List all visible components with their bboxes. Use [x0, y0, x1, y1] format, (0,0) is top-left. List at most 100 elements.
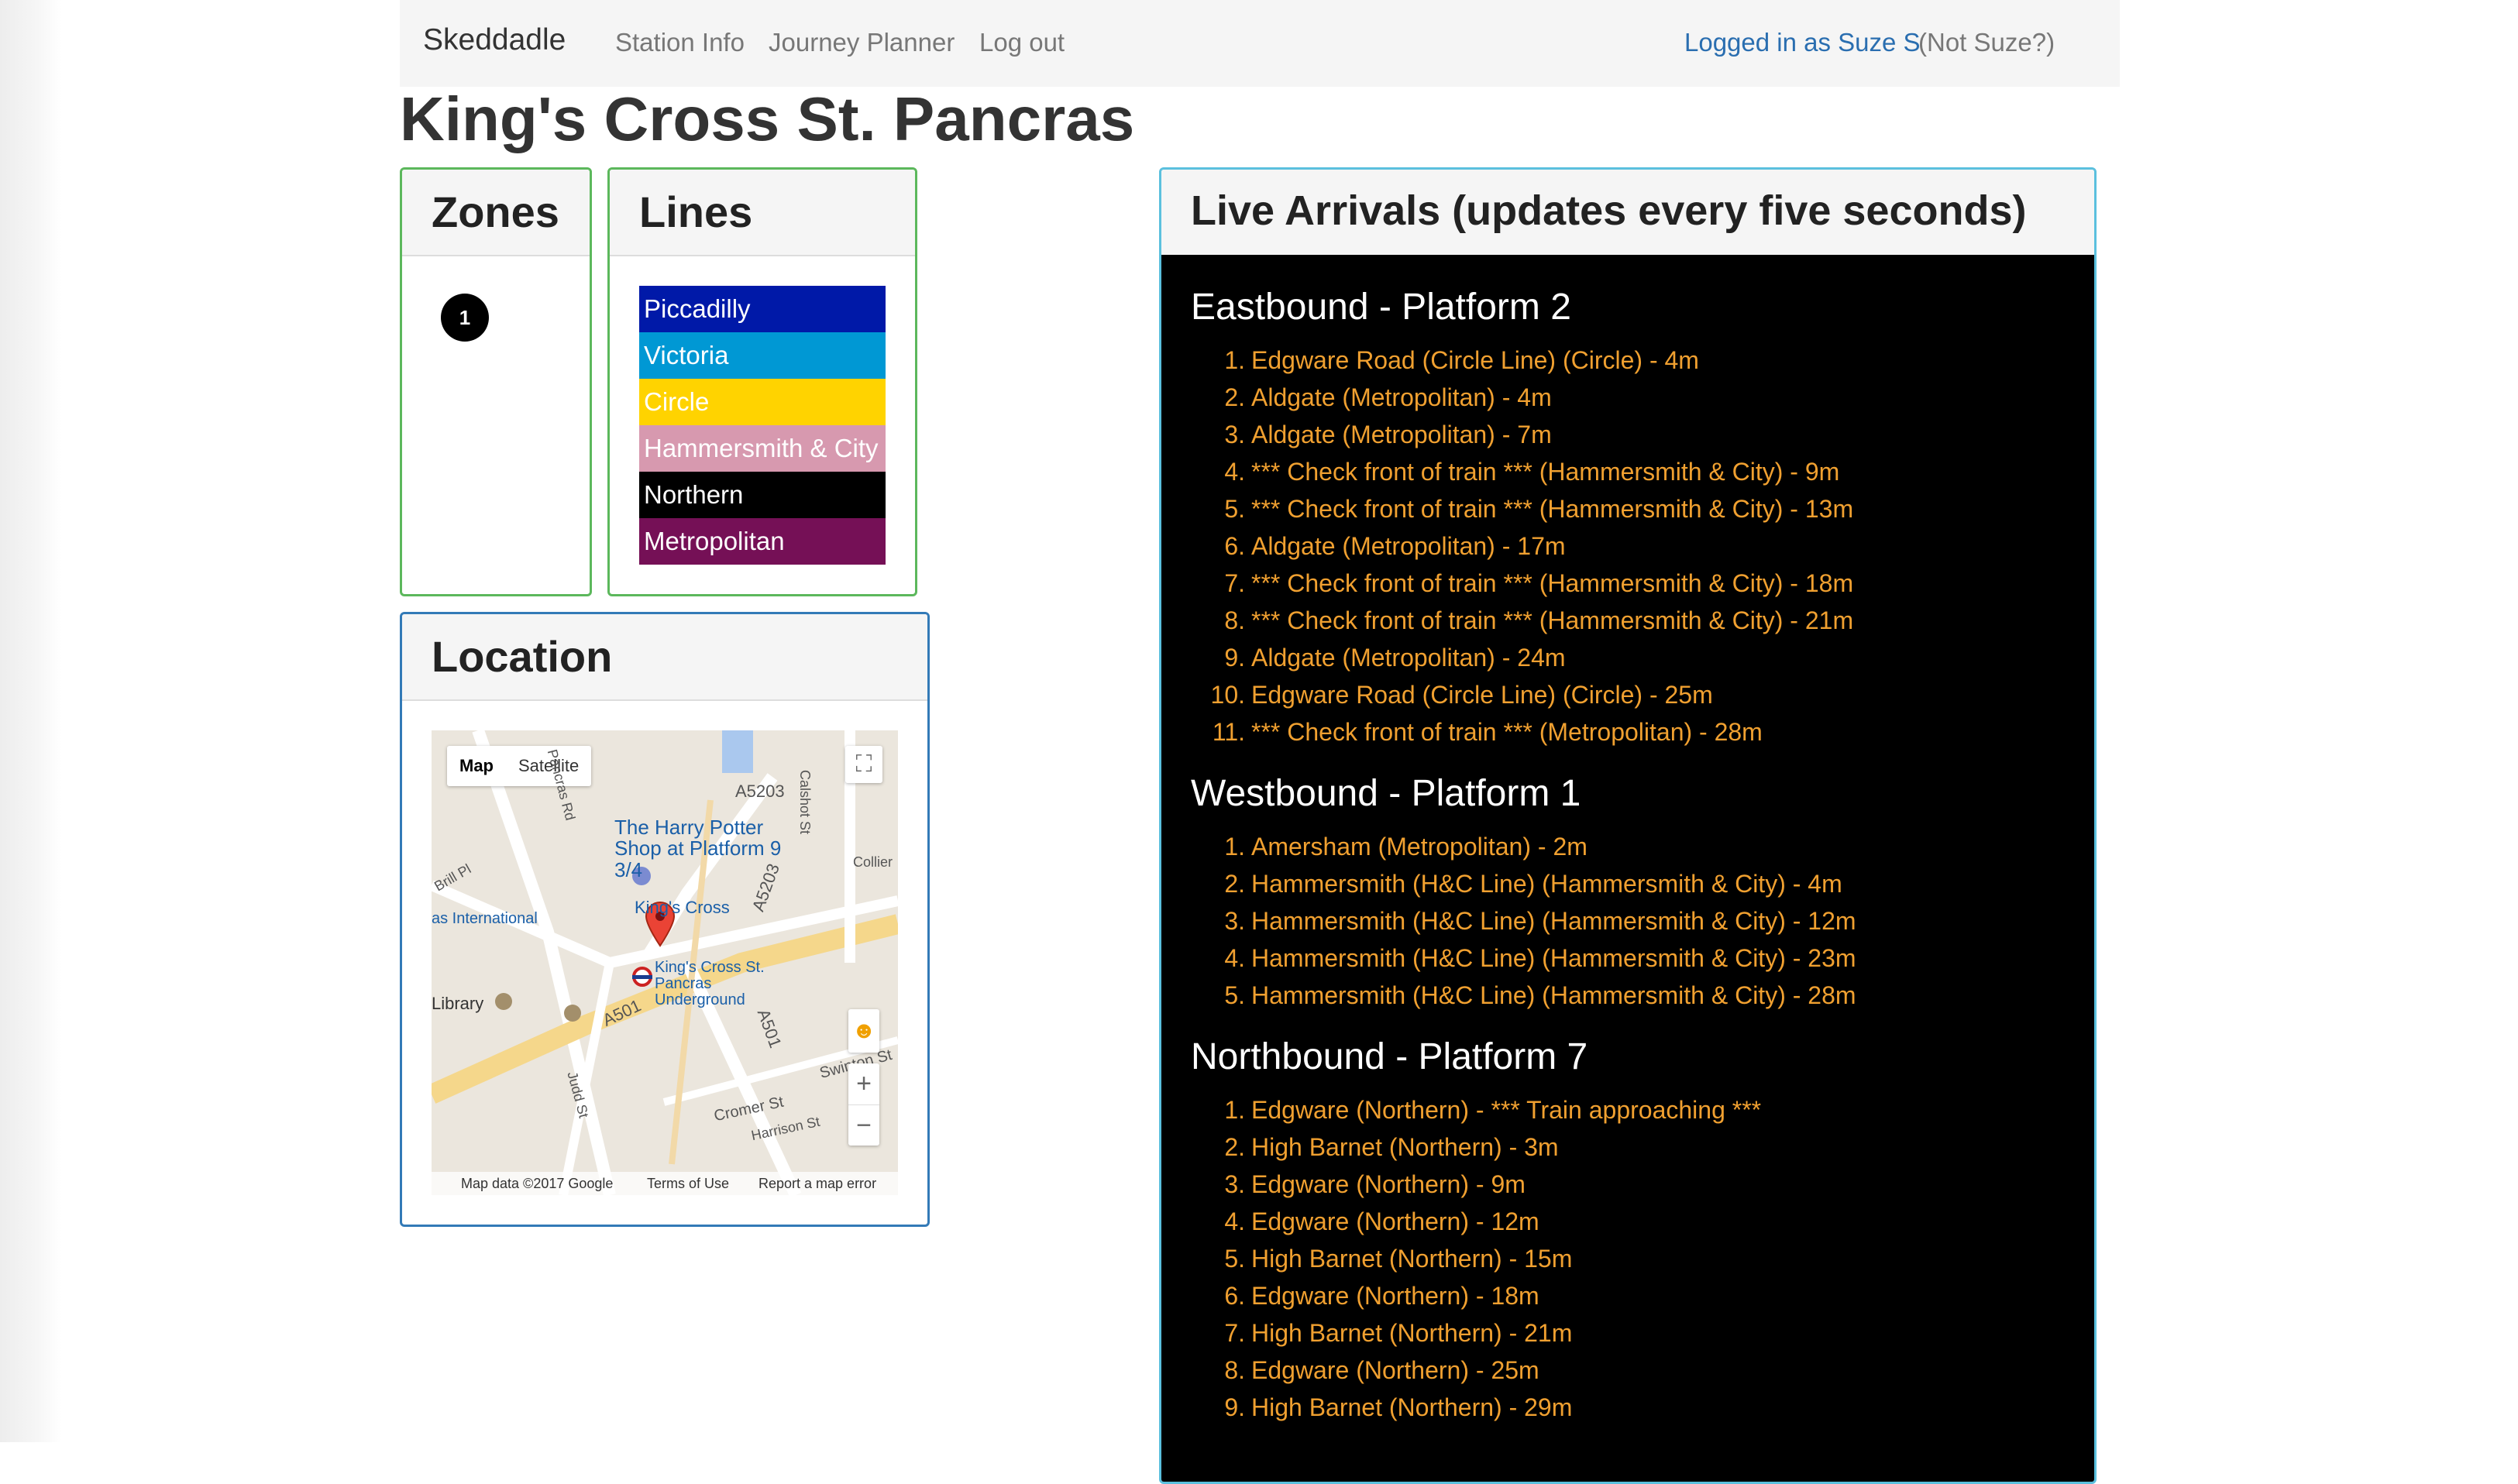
arrival-number: 2. [1224, 870, 1245, 898]
zones-panel-heading: Zones [402, 170, 590, 256]
map-label-international: as International [432, 910, 538, 927]
arrival-item: 3. Edgware (Northern) - 9m [1191, 1166, 1761, 1203]
arrival-text: *** Check front of train *** (Hammersmit… [1251, 495, 1854, 523]
map[interactable]: Map Satellite ⛶ The Harry Potter Shop at… [432, 730, 898, 1195]
arrival-item: 4. Hammersmith (H&C Line) (Hammersmith & … [1191, 940, 1856, 977]
arrival-item: 8. *** Check front of train *** (Hammersm… [1191, 602, 1853, 639]
arrival-number: 1. [1224, 346, 1245, 374]
map-type-map-button[interactable]: Map [447, 746, 506, 786]
zoom-in-icon[interactable]: + [848, 1063, 879, 1104]
arrival-text: Aldgate (Metropolitan) - 4m [1251, 383, 1552, 411]
arrival-number: 7. [1224, 1319, 1245, 1347]
arrival-text: Hammersmith (H&C Line) (Hammersmith & Ci… [1251, 907, 1856, 935]
map-attribution: Map data ©2017 Google [461, 1176, 614, 1191]
arrival-number: 9. [1224, 644, 1245, 672]
arrival-number: 4. [1224, 944, 1245, 972]
arrivals-title: Live Arrivals (updates every five second… [1191, 187, 2027, 234]
line-piccadilly: Piccadilly [639, 286, 886, 332]
zoom-out-icon[interactable]: − [848, 1104, 879, 1146]
arrivals-panel: Live Arrivals (updates every five second… [1159, 167, 2097, 1484]
arrival-text: High Barnet (Northern) - 3m [1251, 1133, 1559, 1161]
arrival-item: 11. *** Check front of train *** (Metropo… [1191, 713, 1853, 751]
location-title: Location [432, 632, 613, 681]
arrival-item: 10. Edgware Road (Circle Line) (Circle) -… [1191, 676, 1853, 713]
arrival-item: 4. Edgware (Northern) - 12m [1191, 1203, 1761, 1240]
arrival-number: 4. [1224, 1207, 1245, 1235]
arrival-item: 2. Aldgate (Metropolitan) - 4m [1191, 379, 1853, 416]
arrival-item: 1. Edgware (Northern) - *** Train approac… [1191, 1091, 1761, 1128]
arrival-text: Edgware (Northern) - 12m [1251, 1207, 1539, 1235]
line-circle: Circle [639, 379, 886, 425]
line-northern: Northern [639, 472, 886, 518]
lines-panel-heading: Lines [610, 170, 915, 256]
arrivals-board: Eastbound - Platform 2 1. Edgware Road (C… [1161, 255, 2094, 1482]
arrivals-list-northbound: 1. Edgware (Northern) - *** Train approac… [1191, 1091, 1761, 1426]
map-label-library: Library [432, 994, 484, 1013]
line-metropolitan: Metropolitan [639, 518, 886, 565]
lines-panel: Lines Piccadilly Victoria Circle Hammers… [607, 167, 917, 596]
arrival-item: 5. *** Check front of train *** (Hammersm… [1191, 490, 1853, 527]
line-victoria: Victoria [639, 332, 886, 379]
map-road-a5203-top: A5203 [735, 782, 785, 801]
arrival-item: 8. Edgware (Northern) - 25m [1191, 1352, 1761, 1389]
map-terms-link[interactable]: Terms of Use [647, 1176, 729, 1192]
arrival-text: *** Check front of train *** (Metropolit… [1251, 718, 1763, 746]
arrival-number: 3. [1224, 421, 1245, 448]
arrival-number: 3. [1224, 907, 1245, 935]
map-label-kings-cross: King's Cross [635, 898, 730, 917]
arrival-text: High Barnet (Northern) - 21m [1251, 1319, 1573, 1347]
arrival-text: *** Check front of train *** (Hammersmit… [1251, 458, 1840, 486]
arrival-text: *** Check front of train *** (Hammersmit… [1251, 606, 1854, 634]
arrival-text: Hammersmith (H&C Line) (Hammersmith & Ci… [1251, 870, 1842, 898]
logged-in-user-link[interactable]: Logged in as Suze S [1684, 28, 1921, 57]
arrival-text: Amersham (Metropolitan) - 2m [1251, 833, 1588, 861]
arrivals-panel-heading: Live Arrivals (updates every five second… [1161, 170, 2094, 256]
arrival-number: 6. [1224, 532, 1245, 560]
fullscreen-icon[interactable]: ⛶ [845, 746, 882, 783]
arrival-text: Edgware (Northern) - 9m [1251, 1170, 1526, 1198]
arrival-item: 1. Edgware Road (Circle Line) (Circle) - … [1191, 342, 1853, 379]
arrival-text: Aldgate (Metropolitan) - 24m [1251, 644, 1566, 672]
arrivals-list-westbound: 1. Amersham (Metropolitan) - 2m 2. Hammersm… [1191, 828, 1856, 1014]
arrival-number: 4. [1224, 458, 1245, 486]
direction-heading-westbound: Westbound - Platform 1 [1191, 773, 1581, 814]
arrival-item: 6. Edgware (Northern) - 18m [1191, 1277, 1761, 1314]
page-shadow [0, 0, 62, 1442]
nav-station-info[interactable]: Station Info [615, 28, 745, 57]
arrival-item: 9. High Barnet (Northern) - 29m [1191, 1389, 1761, 1426]
not-user-link[interactable]: (Not Suze?) [1918, 28, 2055, 57]
nav-journey-planner[interactable]: Journey Planner [769, 28, 955, 57]
pegman-icon[interactable]: ☻ [848, 1009, 879, 1053]
arrival-number: 9. [1224, 1393, 1245, 1421]
map-road-caledonian: Calshot St [797, 769, 814, 835]
arrival-number: 5. [1224, 981, 1245, 1009]
arrival-item: 3. Aldgate (Metropolitan) - 7m [1191, 416, 1853, 453]
arrival-item: 7. *** Check front of train *** (Hammersm… [1191, 565, 1853, 602]
arrival-number: 1. [1224, 1096, 1245, 1124]
arrival-text: Hammersmith (H&C Line) (Hammersmith & Ci… [1251, 944, 1856, 972]
arrival-number: 2. [1224, 383, 1245, 411]
map-label-kings-cross-underground: King's Cross St. Pancras Underground [655, 959, 765, 1008]
arrival-item: 1. Amersham (Metropolitan) - 2m [1191, 828, 1856, 865]
map-type-control: Map Satellite [447, 746, 592, 786]
arrival-item: 5. High Barnet (Northern) - 15m [1191, 1240, 1761, 1277]
arrival-number: 11. [1212, 718, 1245, 746]
map-report-error-link[interactable]: Report a map error [758, 1176, 876, 1192]
nav-log-out[interactable]: Log out [979, 28, 1065, 57]
arrival-number: 8. [1224, 606, 1245, 634]
arrival-text: High Barnet (Northern) - 29m [1251, 1393, 1573, 1421]
location-panel: Location Map Satellite ⛶ The Harry Potte… [400, 612, 930, 1227]
arrival-number: 6. [1224, 1282, 1245, 1310]
arrival-number: 7. [1224, 569, 1245, 597]
arrival-item: 2. High Barnet (Northern) - 3m [1191, 1128, 1761, 1166]
arrival-text: *** Check front of train *** (Hammersmit… [1251, 569, 1854, 597]
arrival-number: 3. [1224, 1170, 1245, 1198]
arrival-text: Edgware Road (Circle Line) (Circle) - 25… [1251, 681, 1713, 709]
direction-heading-northbound: Northbound - Platform 7 [1191, 1036, 1588, 1077]
arrival-text: High Barnet (Northern) - 15m [1251, 1245, 1573, 1273]
arrivals-list-eastbound: 1. Edgware Road (Circle Line) (Circle) - … [1191, 342, 1854, 751]
map-road-collier: Collier [853, 854, 893, 870]
arrival-number: 8. [1224, 1356, 1245, 1384]
brand-link[interactable]: Skeddadle [423, 23, 566, 57]
arrival-number: 2. [1224, 1133, 1245, 1161]
